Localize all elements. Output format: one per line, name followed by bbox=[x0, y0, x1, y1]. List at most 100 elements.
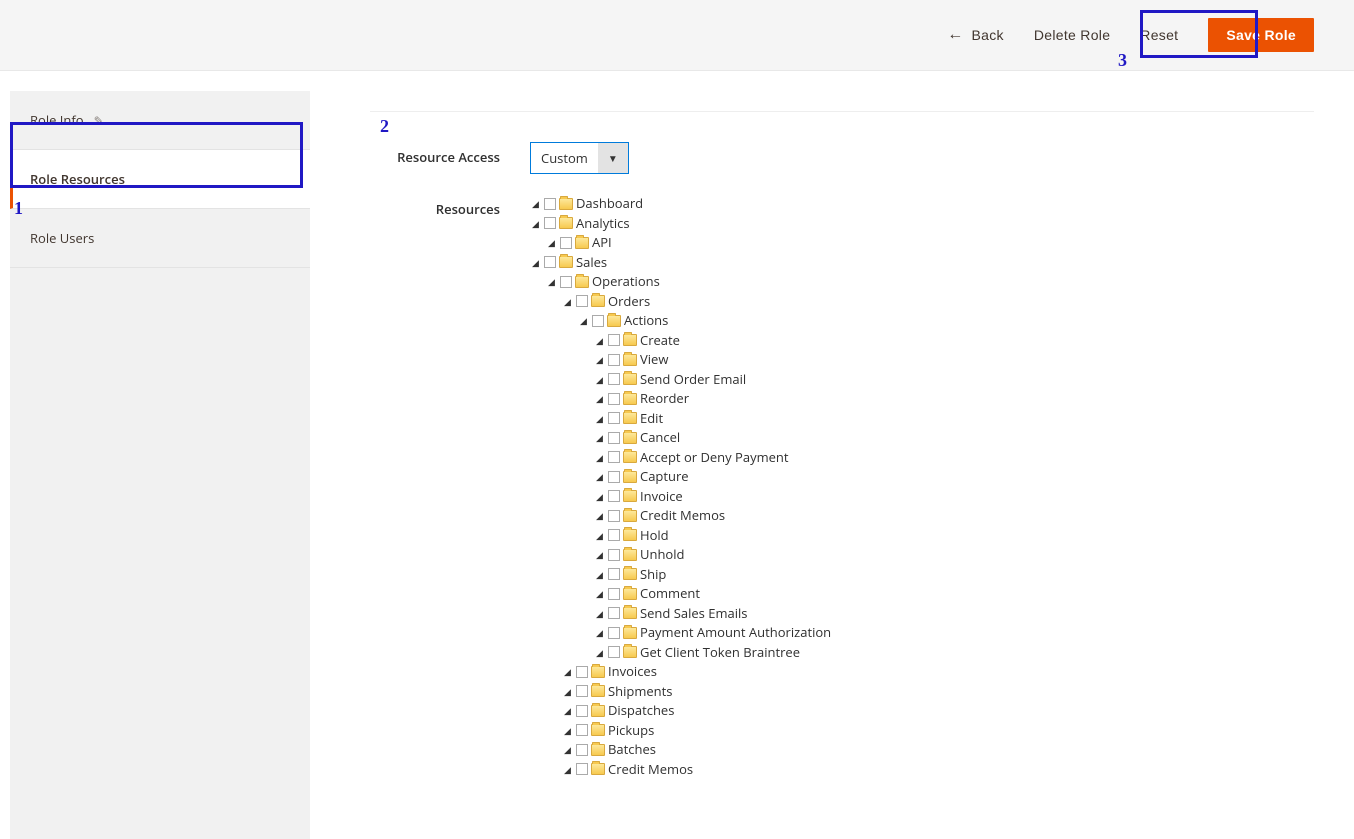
tree-checkbox[interactable] bbox=[608, 432, 620, 444]
tree-toggle-icon[interactable]: ◢ bbox=[594, 373, 605, 387]
tree-toggle-icon[interactable]: ◢ bbox=[594, 412, 605, 426]
sidebar-item-role-resources[interactable]: Role Resources bbox=[10, 150, 310, 209]
tree-toggle-icon[interactable]: ◢ bbox=[562, 704, 573, 718]
sidebar-item-role-users[interactable]: Role Users bbox=[10, 209, 310, 268]
tree-toggle-icon[interactable]: ◢ bbox=[562, 665, 573, 679]
tree-toggle-icon[interactable]: ◢ bbox=[530, 256, 541, 270]
tree-checkbox[interactable] bbox=[544, 198, 556, 210]
tree-checkbox[interactable] bbox=[608, 451, 620, 463]
tree-toggle-icon[interactable]: ◢ bbox=[594, 392, 605, 406]
tree-checkbox[interactable] bbox=[576, 685, 588, 697]
tree-checkbox[interactable] bbox=[608, 646, 620, 658]
tree-label: Dashboard bbox=[576, 194, 643, 214]
tree-checkbox[interactable] bbox=[608, 568, 620, 580]
resource-access-select[interactable]: Custom ▼ bbox=[530, 142, 629, 174]
tree-row[interactable]: ◢Invoice bbox=[594, 487, 1314, 507]
tree-checkbox[interactable] bbox=[608, 412, 620, 424]
tree-toggle-icon[interactable]: ◢ bbox=[594, 646, 605, 660]
tree-row[interactable]: ◢Pickups bbox=[562, 721, 1314, 741]
tree-row[interactable]: ◢Payment Amount Authorization bbox=[594, 623, 1314, 643]
tree-checkbox[interactable] bbox=[608, 510, 620, 522]
tree-checkbox[interactable] bbox=[608, 393, 620, 405]
tree-row[interactable]: ◢Credit Memos bbox=[562, 760, 1314, 780]
tree-row[interactable]: ◢Analytics bbox=[530, 214, 1314, 234]
back-button[interactable]: ← Back bbox=[947, 26, 1004, 44]
tree-toggle-icon[interactable]: ◢ bbox=[594, 334, 605, 348]
tree-toggle-icon[interactable]: ◢ bbox=[594, 529, 605, 543]
tree-checkbox[interactable] bbox=[576, 705, 588, 717]
tree-row[interactable]: ◢Cancel bbox=[594, 428, 1314, 448]
tree-row[interactable]: ◢Reorder bbox=[594, 389, 1314, 409]
tree-toggle-icon[interactable]: ◢ bbox=[594, 587, 605, 601]
tree-checkbox[interactable] bbox=[608, 334, 620, 346]
tree-toggle-icon[interactable]: ◢ bbox=[562, 724, 573, 738]
tree-toggle-icon[interactable]: ◢ bbox=[594, 548, 605, 562]
tree-toggle-icon[interactable]: ◢ bbox=[594, 431, 605, 445]
tree-toggle-icon[interactable]: ◢ bbox=[562, 295, 573, 309]
save-role-button[interactable]: Save Role bbox=[1208, 18, 1314, 52]
tree-row[interactable]: ◢Dispatches bbox=[562, 701, 1314, 721]
folder-icon bbox=[607, 315, 621, 327]
tree-row[interactable]: ◢Edit bbox=[594, 409, 1314, 429]
tree-checkbox[interactable] bbox=[576, 724, 588, 736]
tree-checkbox[interactable] bbox=[608, 549, 620, 561]
tree-toggle-icon[interactable]: ◢ bbox=[562, 743, 573, 757]
tree-checkbox[interactable] bbox=[608, 627, 620, 639]
tree-checkbox[interactable] bbox=[576, 295, 588, 307]
tree-checkbox[interactable] bbox=[576, 744, 588, 756]
tree-checkbox[interactable] bbox=[608, 471, 620, 483]
sidebar-item-role-info[interactable]: Role Info ✎ bbox=[10, 91, 310, 150]
tree-toggle-icon[interactable]: ◢ bbox=[594, 353, 605, 367]
tree-row[interactable]: ◢Get Client Token Braintree bbox=[594, 643, 1314, 663]
tree-toggle-icon[interactable]: ◢ bbox=[530, 217, 541, 231]
tree-toggle-icon[interactable]: ◢ bbox=[594, 626, 605, 640]
reset-button[interactable]: Reset bbox=[1140, 27, 1178, 43]
tree-row[interactable]: ◢ Dashboard bbox=[530, 194, 1314, 214]
tree-row[interactable]: ◢Unhold bbox=[594, 545, 1314, 565]
tree-checkbox[interactable] bbox=[544, 256, 556, 268]
tree-row[interactable]: ◢Send Sales Emails bbox=[594, 604, 1314, 624]
tree-row[interactable]: ◢Capture bbox=[594, 467, 1314, 487]
tree-row[interactable]: ◢Credit Memos bbox=[594, 506, 1314, 526]
tree-checkbox[interactable] bbox=[592, 315, 604, 327]
tree-checkbox[interactable] bbox=[608, 490, 620, 502]
tree-row[interactable]: ◢Comment bbox=[594, 584, 1314, 604]
tree-toggle-icon[interactable]: ◢ bbox=[594, 509, 605, 523]
tree-checkbox[interactable] bbox=[560, 276, 572, 288]
tree-checkbox[interactable] bbox=[608, 607, 620, 619]
tree-checkbox[interactable] bbox=[608, 373, 620, 385]
tree-row[interactable]: ◢Shipments bbox=[562, 682, 1314, 702]
tree-toggle-icon[interactable]: ◢ bbox=[546, 275, 557, 289]
tree-checkbox[interactable] bbox=[576, 666, 588, 678]
tree-row[interactable]: ◢Actions bbox=[578, 311, 1314, 331]
tree-toggle-icon[interactable]: ◢ bbox=[530, 197, 541, 211]
tree-row[interactable]: ◢Send Order Email bbox=[594, 370, 1314, 390]
tree-row[interactable]: ◢Accept or Deny Payment bbox=[594, 448, 1314, 468]
tree-row[interactable]: ◢API bbox=[546, 233, 1314, 253]
tree-row[interactable]: ◢Hold bbox=[594, 526, 1314, 546]
delete-role-button[interactable]: Delete Role bbox=[1034, 27, 1110, 43]
tree-checkbox[interactable] bbox=[576, 763, 588, 775]
tree-row[interactable]: ◢Ship bbox=[594, 565, 1314, 585]
tree-checkbox[interactable] bbox=[608, 588, 620, 600]
tree-row[interactable]: ◢Batches bbox=[562, 740, 1314, 760]
tree-toggle-icon[interactable]: ◢ bbox=[594, 607, 605, 621]
tree-toggle-icon[interactable]: ◢ bbox=[546, 236, 557, 250]
tree-toggle-icon[interactable]: ◢ bbox=[594, 470, 605, 484]
tree-row[interactable]: ◢Operations bbox=[546, 272, 1314, 292]
tree-checkbox[interactable] bbox=[608, 354, 620, 366]
tree-row[interactable]: ◢Sales bbox=[530, 253, 1314, 273]
tree-checkbox[interactable] bbox=[608, 529, 620, 541]
tree-row[interactable]: ◢Orders bbox=[562, 292, 1314, 312]
tree-toggle-icon[interactable]: ◢ bbox=[578, 314, 589, 328]
tree-checkbox[interactable] bbox=[560, 237, 572, 249]
tree-row[interactable]: ◢Create bbox=[594, 331, 1314, 351]
tree-toggle-icon[interactable]: ◢ bbox=[562, 685, 573, 699]
tree-toggle-icon[interactable]: ◢ bbox=[594, 451, 605, 465]
tree-toggle-icon[interactable]: ◢ bbox=[562, 763, 573, 777]
tree-checkbox[interactable] bbox=[544, 217, 556, 229]
tree-toggle-icon[interactable]: ◢ bbox=[594, 490, 605, 504]
tree-row[interactable]: ◢View bbox=[594, 350, 1314, 370]
tree-toggle-icon[interactable]: ◢ bbox=[594, 568, 605, 582]
tree-row[interactable]: ◢Invoices bbox=[562, 662, 1314, 682]
